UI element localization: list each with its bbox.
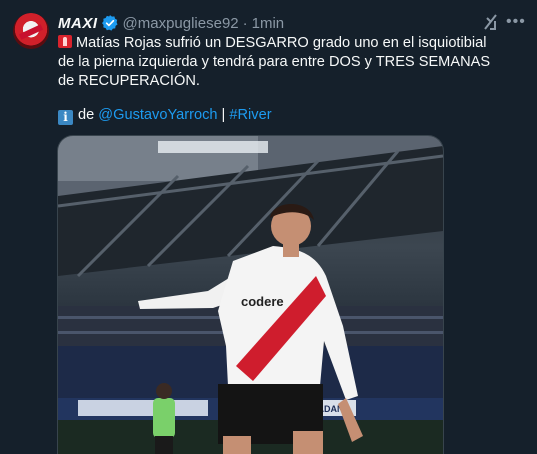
more-options-icon[interactable]: ••• xyxy=(506,12,526,32)
tweet-header: MAXI @maxpugliese92 · 1min xyxy=(58,13,284,33)
timestamp[interactable]: 1min xyxy=(252,15,285,32)
separator-dot: · xyxy=(242,14,248,32)
verified-badge-icon xyxy=(101,15,117,31)
information-icon: i xyxy=(58,110,73,125)
tweet-card[interactable]: MAXI @maxpugliese92 · 1min ••• Matías Ro… xyxy=(0,0,537,454)
source-prefix: de xyxy=(78,107,95,123)
tweet-media-photo[interactable]: DADANA codere xyxy=(57,135,444,454)
hashtag-link[interactable]: #River xyxy=(229,107,271,123)
tweet-source-line: i de @GustavoYarroch | #River xyxy=(58,106,272,125)
mention-link[interactable]: @GustavoYarroch xyxy=(98,107,217,123)
avatar[interactable] xyxy=(13,13,49,49)
grok-icon[interactable] xyxy=(481,12,501,32)
tweet-text: Matías Rojas sufrió un DESGARRO grado un… xyxy=(58,34,498,91)
jersey-sponsor-text: codere xyxy=(241,294,284,309)
siren-icon xyxy=(58,35,72,48)
tweet-body: Matías Rojas sufrió un DESGARRO grado un… xyxy=(58,35,491,89)
player-photo: DADANA codere xyxy=(58,136,443,454)
source-divider: | xyxy=(221,107,226,123)
display-name[interactable]: MAXI xyxy=(58,15,98,32)
author-handle[interactable]: @maxpugliese92 xyxy=(123,15,239,32)
